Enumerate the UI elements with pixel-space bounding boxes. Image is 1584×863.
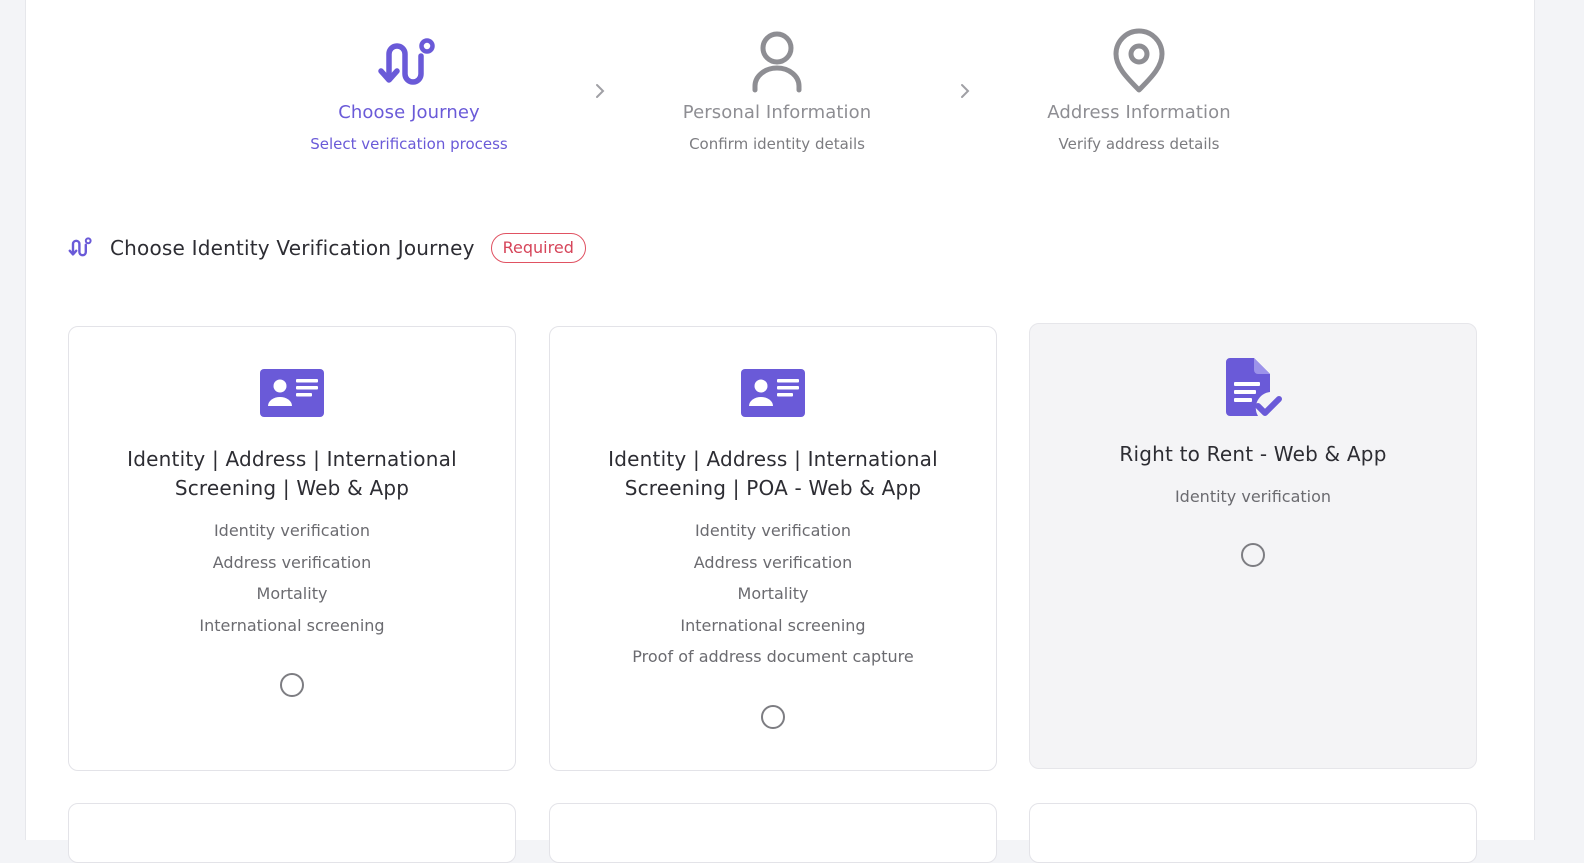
step-choose-journey[interactable]: Choose Journey Select verification proce… <box>279 0 539 153</box>
step-title: Personal Information <box>682 102 872 123</box>
step-personal-information[interactable]: Personal Information Confirm identity de… <box>647 0 907 153</box>
id-card-icon <box>260 369 324 417</box>
id-card-icon <box>741 369 805 417</box>
card-feature: International screening <box>680 615 866 635</box>
card-feature: Identity verification <box>1174 487 1332 506</box>
card-feature: Mortality <box>737 584 809 604</box>
section-title: Choose Identity Verification Journey <box>110 236 475 260</box>
step-address-information[interactable]: Address Information Verify address detai… <box>1009 0 1269 153</box>
journey-card-3[interactable]: Right to Rent - Web & App Identity verif… <box>1029 323 1477 769</box>
section-heading: Choose Identity Verification Journey Req… <box>68 232 586 264</box>
card-radio[interactable] <box>1241 542 1265 567</box>
card-radio[interactable] <box>761 704 785 729</box>
journey-card-1[interactable]: Identity | Address | International Scree… <box>68 326 516 771</box>
card-feature: Address verification <box>693 552 853 572</box>
journey-card-2[interactable]: Identity | Address | International Scree… <box>549 326 997 771</box>
step-title: Choose Journey <box>338 102 480 123</box>
step-title: Address Information <box>1047 102 1231 123</box>
document-check-icon <box>1226 358 1282 416</box>
card-feature: Proof of address document capture <box>632 647 914 667</box>
journey-card-4[interactable] <box>68 803 516 863</box>
card-feature: Address verification <box>212 552 372 572</box>
chevron-right-icon <box>961 84 970 98</box>
step-subtitle: Confirm identity details <box>689 135 865 153</box>
card-radio[interactable] <box>280 673 304 698</box>
route-icon <box>378 38 435 85</box>
step-subtitle: Select verification process <box>310 135 508 153</box>
card-title: Identity | Address | International Scree… <box>608 447 938 500</box>
card-title: Right to Rent - Web & App <box>1119 442 1387 466</box>
journey-card-5[interactable] <box>549 803 997 863</box>
chevron-right-icon <box>596 84 605 98</box>
required-badge: Required <box>490 233 586 263</box>
card-feature: Identity verification <box>213 521 371 540</box>
route-icon <box>68 237 92 257</box>
journey-card-6[interactable] <box>1029 803 1477 863</box>
map-pin-icon <box>1113 28 1165 93</box>
card-feature: Identity verification <box>694 521 852 540</box>
card-title: Identity | Address | International Scree… <box>127 447 457 500</box>
step-subtitle: Verify address details <box>1058 135 1220 153</box>
card-feature: International screening <box>199 615 385 635</box>
card-feature: Mortality <box>256 584 328 604</box>
main-panel: Choose Journey Select verification proce… <box>25 0 1535 863</box>
user-icon <box>752 31 802 93</box>
